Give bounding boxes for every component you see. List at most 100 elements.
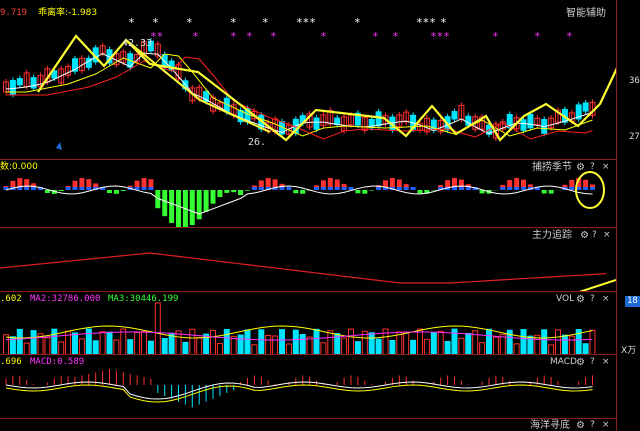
ocean-bottom-panel[interactable]: 海洋寻底 ⚙ ? ×	[0, 419, 616, 431]
volume-bar	[127, 339, 134, 354]
volume-bar	[51, 328, 58, 354]
volume-bar	[568, 335, 575, 354]
vol-ma1: .602	[0, 294, 22, 304]
fishing-season-bar	[369, 190, 375, 191]
white-star-marker: ***	[416, 16, 436, 29]
fishing-season-bar-base	[452, 187, 457, 190]
volume-panel[interactable]: .602 MA2:32786.000 MA3:30446.199 VOL ⚙ ?…	[0, 292, 616, 355]
volume-axis-value: 18	[625, 296, 640, 307]
help-icon[interactable]: ?	[590, 294, 595, 305]
magenta-star-marker: *	[392, 30, 399, 43]
fishing-season-bar-base	[500, 187, 506, 190]
help-icon[interactable]: ?	[590, 420, 595, 431]
help-icon[interactable]: ?	[590, 162, 595, 173]
vol-ma2: MA2:32786.000	[30, 294, 101, 304]
close-icon[interactable]: ×	[602, 357, 610, 368]
close-icon[interactable]: ×	[602, 162, 610, 173]
close-icon[interactable]: ×	[602, 294, 610, 305]
volume-bar	[520, 329, 527, 354]
volume-bar	[354, 341, 361, 354]
volume-bar	[216, 343, 223, 354]
volume-bar	[230, 335, 237, 354]
volume-bar	[513, 343, 520, 354]
white-star-marker: *	[440, 16, 447, 29]
close-icon[interactable]: ×	[602, 420, 610, 431]
fishing-season-bar	[113, 190, 119, 194]
fishing-season-bar	[189, 190, 195, 226]
fishing-season-bar	[355, 190, 361, 194]
main-force-title: 主力追踪	[532, 230, 572, 241]
help-icon[interactable]: ?	[590, 357, 595, 368]
close-icon[interactable]: ×	[603, 230, 611, 241]
macd-dif: .696	[0, 357, 22, 367]
ocean-bottom-title: 海洋寻底	[530, 420, 570, 431]
help-icon[interactable]: ?	[592, 230, 597, 241]
volume-bar	[113, 339, 120, 354]
volume-bar	[465, 332, 472, 354]
fishing-season-bar-base	[314, 187, 319, 190]
volume-bar	[44, 337, 51, 354]
vol-ma3: MA3:30446.199	[108, 294, 179, 304]
volume-bar	[244, 329, 251, 354]
annotation-arrow-line	[578, 279, 616, 291]
macd-panel[interactable]: .696 MACD:0.589 MACD ⚙ ? ×	[0, 355, 616, 419]
white-star-marker: *	[354, 16, 361, 29]
fishing-season-bar-base	[396, 187, 402, 190]
magenta-star-marker: *	[270, 30, 277, 43]
volume-bar	[375, 338, 382, 354]
fishing-season-bar-base	[341, 187, 347, 190]
main-force-chart	[0, 252, 616, 291]
volume-bar	[417, 328, 423, 354]
volume-bar	[561, 334, 568, 354]
volume-bar	[120, 328, 127, 354]
volume-bar	[479, 342, 486, 354]
volume-bar	[265, 334, 272, 354]
fishing-season-bar-base	[86, 187, 92, 190]
volume-bar	[368, 332, 375, 354]
fishing-season-bar-base	[258, 187, 264, 190]
fishing-season-bar	[203, 190, 209, 212]
gear-icon[interactable]: ⚙	[576, 162, 585, 173]
gear-icon[interactable]: ⚙	[576, 294, 585, 305]
gear-icon[interactable]: ⚙	[576, 357, 585, 368]
volume-bar	[92, 340, 99, 354]
fishing-season-bar	[176, 190, 181, 227]
volume-bar	[423, 338, 430, 354]
gear-icon[interactable]: ⚙	[576, 420, 585, 431]
fishing-season-bar	[162, 190, 168, 217]
magenta-star-marker: *	[492, 30, 499, 43]
volume-bar	[327, 330, 334, 354]
volume-bar	[85, 328, 92, 354]
volume-bar	[147, 340, 154, 354]
fishing-season-bar	[300, 190, 306, 194]
magenta-star-marker: *	[534, 30, 541, 43]
fishing-season-bar-base	[141, 187, 147, 190]
axis-low-label: 27	[629, 132, 640, 142]
volume-bar	[306, 336, 313, 354]
fishing-season-bar	[548, 190, 554, 194]
main-chart-panel[interactable]: * * * * * *** * *** * ** * * * * * * * *** * * * 9.719 乖离率:-…	[0, 0, 616, 160]
fishing-season-bar-base	[279, 187, 285, 190]
fishing-season-bar-base	[148, 187, 154, 190]
volume-bar	[410, 339, 417, 354]
fishing-season-bar	[541, 190, 547, 194]
gear-icon[interactable]: ⚙	[580, 230, 589, 241]
macd-value: MACD:0.589	[30, 357, 85, 367]
bias-ratio-label: 乖离率:-1.983	[38, 8, 98, 18]
main-force-panel[interactable]: 主力追踪 ⚙ ? ×	[0, 228, 616, 292]
fishing-season-bar-base	[403, 187, 409, 190]
fishing-season-bar-base	[410, 187, 416, 190]
fishing-season-bar	[417, 190, 423, 194]
peak-price-label: 42.33	[122, 38, 153, 49]
candle-body	[527, 113, 534, 129]
fishing-season-bar-base	[79, 187, 85, 190]
volume-bar	[78, 338, 85, 354]
candle-body	[375, 111, 382, 127]
left-value-label: 9.719	[0, 8, 28, 18]
volume-bar	[154, 302, 161, 354]
smart-assist-title[interactable]: 智能辅助	[566, 8, 606, 19]
volume-bar	[279, 329, 285, 354]
volume-bar	[58, 341, 65, 354]
vol-title: VOL	[556, 294, 575, 304]
fishing-season-panel[interactable]: 数:0.000 捕捞季节 ⚙ ? ×	[0, 160, 616, 228]
